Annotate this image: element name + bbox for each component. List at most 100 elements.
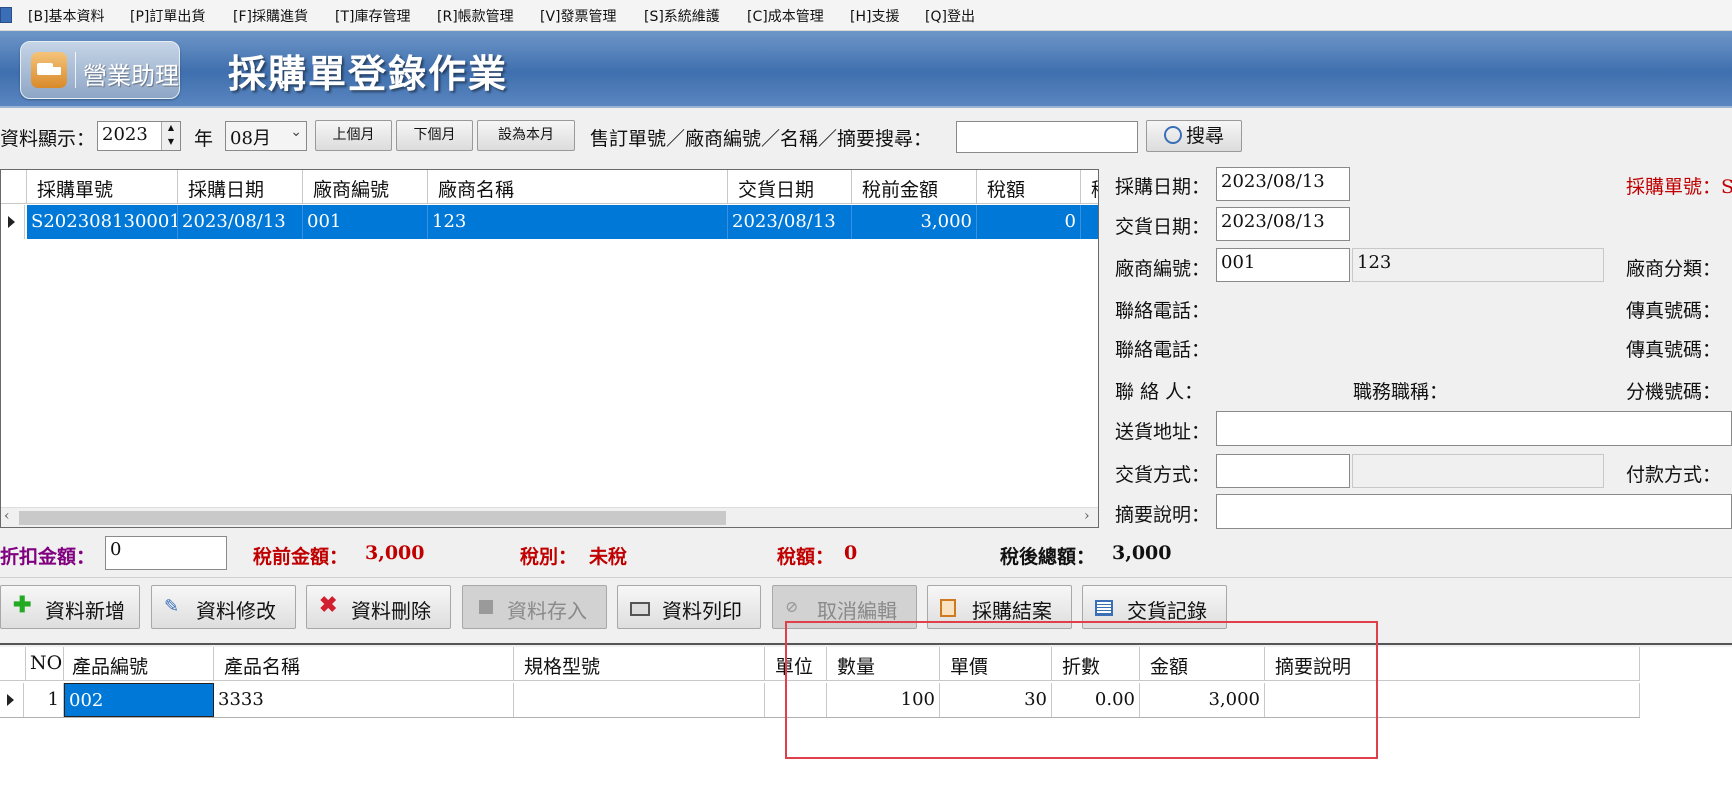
row-selector[interactable]: [0, 683, 24, 717]
cell-unit-price[interactable]: 30: [940, 683, 1052, 717]
save-button[interactable]: 資料存入: [462, 585, 607, 629]
close-order-button[interactable]: 採購結案: [927, 585, 1072, 629]
banner: 營業助理 採購單登錄作業: [0, 31, 1732, 108]
delivery-record-button-label: 交貨記錄: [1127, 599, 1207, 623]
set-this-month-button[interactable]: 設為本月: [477, 120, 575, 151]
tax-type-value: 未稅: [589, 546, 628, 568]
menu-orders-shipping[interactable]: [P]訂單出貨: [130, 6, 205, 26]
memo-field[interactable]: [1216, 494, 1732, 529]
col-product-name[interactable]: 產品名稱: [214, 647, 514, 681]
close-order-button-label: 採購結案: [972, 599, 1052, 623]
current-row-icon: [7, 694, 14, 706]
scrollbar-thumb[interactable]: [19, 511, 726, 525]
search-button[interactable]: 搜尋: [1146, 120, 1242, 152]
year-stepper[interactable]: 2023 ▲ ▼: [97, 121, 181, 151]
cell-vendor-code[interactable]: 001: [303, 205, 428, 239]
delivery-method-field[interactable]: [1216, 454, 1350, 488]
memo-label: 摘要說明：: [1115, 504, 1211, 526]
col-vendor-name[interactable]: 廠商名稱: [428, 170, 728, 204]
cell-spec[interactable]: [514, 683, 765, 717]
menu-support[interactable]: [H]支援: [850, 6, 899, 26]
delete-button[interactable]: ✖ 資料刪除: [306, 585, 451, 629]
cell-tax[interactable]: 0: [977, 205, 1081, 239]
delivery-record-button[interactable]: 交貨記錄: [1082, 585, 1227, 629]
list-icon: [1095, 600, 1113, 616]
vendor-code-field[interactable]: 001: [1216, 248, 1350, 282]
menu-cost[interactable]: [C]成本管理: [747, 6, 824, 26]
chevron-down-icon: ⌄: [290, 124, 302, 140]
order-date-field[interactable]: 2023/08/13: [1216, 167, 1350, 201]
edit-button[interactable]: ✎ 資料修改: [151, 585, 296, 629]
search-label: 售訂單號／廠商編號／名稱／摘要搜尋：: [590, 128, 933, 150]
cell-pretax-amount[interactable]: 3,000: [852, 205, 977, 239]
pretax-total-label: 稅前金額：: [253, 546, 349, 568]
cell-product-code[interactable]: 002: [64, 683, 214, 717]
cell-order-date[interactable]: 2023/08/13: [178, 205, 303, 239]
col-discount[interactable]: 折數: [1052, 647, 1140, 681]
detail-grid: NO 產品編號 產品名稱 規格型號 單位 數量 單價 折數 金額 摘要說明 1 …: [0, 647, 1732, 811]
menu-logout[interactable]: [Q]登出: [925, 6, 975, 26]
col-unit[interactable]: 單位: [765, 647, 827, 681]
cell-tax-more[interactable]: [1081, 205, 1098, 239]
edit-button-label: 資料修改: [196, 599, 276, 623]
next-month-button[interactable]: 下個月: [396, 120, 473, 151]
menu-invoices[interactable]: [V]發票管理: [540, 6, 617, 26]
app-badge: 營業助理: [20, 41, 180, 99]
col-tax[interactable]: 稅額: [977, 170, 1081, 204]
menu-basic-data[interactable]: [B]基本資料: [28, 6, 105, 26]
add-button[interactable]: ✚ 資料新增: [0, 585, 140, 629]
cell-discount[interactable]: 0.00: [1052, 683, 1140, 717]
address-field[interactable]: [1216, 411, 1732, 446]
delivery-date-field[interactable]: 2023/08/13: [1216, 207, 1350, 241]
cell-amount[interactable]: 3,000: [1140, 683, 1265, 717]
cell-product-name[interactable]: 3333: [214, 683, 514, 717]
table-row[interactable]: 1 002 3333 100 30 0.00 3,000: [0, 683, 1640, 718]
menu-accounts[interactable]: [R]帳款管理: [437, 6, 514, 26]
menu-system[interactable]: [S]系統維護: [644, 6, 720, 26]
badge-divider: [75, 52, 76, 88]
cell-vendor-name[interactable]: 123: [428, 205, 728, 239]
discount-field[interactable]: 0: [105, 536, 227, 570]
col-tax-more[interactable]: 稅: [1081, 170, 1098, 204]
col-spec[interactable]: 規格型號: [514, 647, 765, 681]
cell-qty[interactable]: 100: [827, 683, 940, 717]
cell-unit[interactable]: [765, 683, 827, 717]
menu-inventory[interactable]: [T]庫存管理: [335, 6, 410, 26]
col-unit-price[interactable]: 單價: [940, 647, 1052, 681]
print-button[interactable]: 資料列印: [617, 585, 761, 629]
scroll-left-icon[interactable]: ‹: [4, 508, 10, 524]
add-button-label: 資料新增: [45, 599, 125, 623]
table-row[interactable]: S202308130001 2023/08/13 001 123 2023/08…: [1, 205, 1098, 239]
col-order-no[interactable]: 採購單號: [27, 170, 178, 204]
delete-button-label: 資料刪除: [351, 599, 431, 623]
col-vendor-code[interactable]: 廠商編號: [303, 170, 428, 204]
spin-up-icon[interactable]: ▲: [162, 122, 180, 136]
grand-total-value: 3,000: [1112, 542, 1172, 564]
spin-down-icon[interactable]: ▼: [162, 136, 180, 150]
search-input[interactable]: [956, 121, 1138, 153]
month-select[interactable]: 08月 ⌄: [225, 121, 307, 151]
col-order-date[interactable]: 採購日期: [178, 170, 303, 204]
col-pretax-amount[interactable]: 稅前金額: [852, 170, 977, 204]
horizontal-scrollbar[interactable]: ‹ ›: [1, 507, 1098, 527]
col-no[interactable]: NO: [26, 647, 64, 681]
col-amount[interactable]: 金額: [1140, 647, 1265, 681]
scroll-right-icon[interactable]: ›: [1084, 508, 1090, 524]
col-product-code[interactable]: 產品編號: [64, 647, 214, 681]
cell-memo[interactable]: [1265, 683, 1640, 717]
vendor-name-field: 123: [1352, 248, 1604, 282]
print-icon: [630, 602, 650, 616]
prev-month-button[interactable]: 上個月: [315, 120, 392, 151]
year-spin-buttons[interactable]: ▲ ▼: [161, 122, 180, 150]
cell-delivery-date[interactable]: 2023/08/13: [728, 205, 852, 239]
col-delivery-date[interactable]: 交貨日期: [728, 170, 852, 204]
cancel-edit-button[interactable]: ⊘ 取消編輯: [772, 585, 917, 629]
col-memo[interactable]: 摘要說明: [1265, 647, 1640, 681]
cell-no[interactable]: 1: [26, 683, 64, 717]
print-button-label: 資料列印: [662, 599, 742, 623]
col-qty[interactable]: 數量: [827, 647, 940, 681]
menu-purchasing[interactable]: [F]採購進貨: [233, 6, 308, 26]
cell-order-no[interactable]: S202308130001: [27, 205, 178, 239]
row-selector[interactable]: [1, 205, 25, 239]
current-row-icon: [8, 216, 15, 228]
